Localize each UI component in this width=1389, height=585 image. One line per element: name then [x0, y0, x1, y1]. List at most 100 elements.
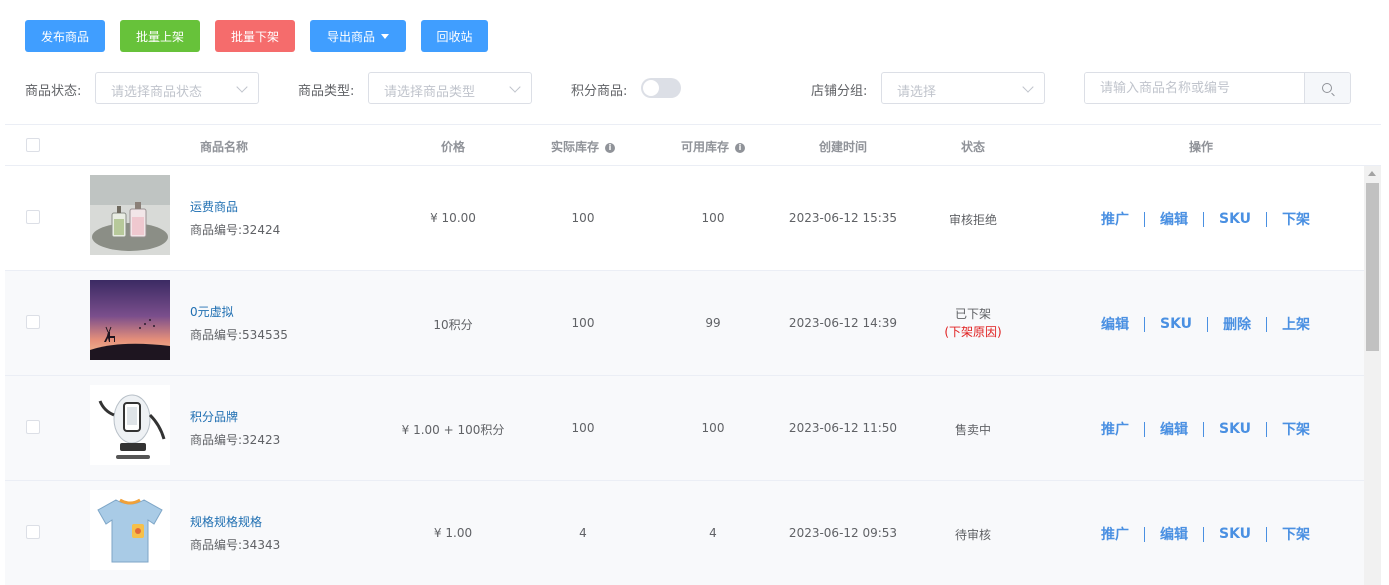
divider	[1203, 421, 1204, 437]
row-checkbox[interactable]	[26, 315, 40, 329]
row-checkbox[interactable]	[26, 420, 40, 434]
sku-link[interactable]: SKU	[1219, 211, 1251, 227]
status-cell: 售卖中	[954, 423, 992, 437]
edit-link[interactable]: 编辑	[1101, 314, 1129, 334]
sku-link[interactable]: SKU	[1219, 421, 1251, 437]
batch-list-button[interactable]: 批量上架	[120, 20, 200, 52]
search-icon	[1322, 83, 1332, 93]
header-created: 创建时间	[818, 140, 868, 154]
product-name-link[interactable]: 规格规格规格	[190, 513, 262, 530]
divider	[1144, 421, 1145, 437]
status-select-placeholder: 请选择商品状态	[111, 85, 203, 100]
actual-stock-cell: 100	[571, 421, 595, 435]
available-stock-cell: 100	[701, 211, 725, 225]
delist-reason-link[interactable]: (下架原因)	[944, 323, 1001, 341]
group-select[interactable]: 请选择	[881, 72, 1045, 104]
search-input[interactable]	[1085, 73, 1304, 103]
recycle-bin-button[interactable]: 回收站	[421, 20, 488, 52]
status-filter-label: 商品状态:	[25, 84, 82, 99]
chevron-down-icon	[509, 81, 521, 93]
actual-stock-cell: 100	[571, 211, 595, 225]
row-actions: 推广 编辑 SKU 下架	[1101, 524, 1310, 544]
delist-link[interactable]: 下架	[1282, 524, 1310, 544]
status-text: 已下架	[954, 307, 991, 321]
product-code: 商品编号:34343	[190, 538, 281, 552]
info-icon[interactable]: i	[605, 142, 616, 153]
header-status: 状态	[960, 140, 986, 154]
status-cell: 审核拒绝	[948, 213, 998, 227]
scroll-up-icon[interactable]	[1368, 171, 1376, 176]
publish-product-button[interactable]: 发布商品	[25, 20, 105, 52]
divider	[1203, 211, 1204, 227]
row-checkbox[interactable]	[26, 525, 40, 539]
promote-link[interactable]: 推广	[1101, 419, 1129, 439]
header-name: 商品名称	[199, 140, 249, 154]
product-table: 商品名称 价格 实际库存 i 可用库存 i 创建时间 状态 操作 运费商品 商品编号…	[5, 124, 1381, 585]
kids-tshirt-photo	[90, 490, 170, 570]
delist-link[interactable]: 下架	[1282, 209, 1310, 229]
price-cell: ¥ 1.00 + 100积分	[401, 423, 505, 437]
divider	[1203, 526, 1204, 542]
created-time-cell: 2023-06-12 14:39	[788, 316, 898, 330]
actual-stock-cell: 100	[571, 316, 595, 330]
header-available-stock: 可用库存 i	[680, 138, 746, 155]
promote-link[interactable]: 推广	[1101, 209, 1129, 229]
group-select-placeholder: 请选择	[897, 85, 937, 100]
select-all-checkbox[interactable]	[26, 138, 40, 152]
created-time-cell: 2023-06-12 15:35	[788, 211, 898, 225]
sunset-deer-photo	[90, 280, 170, 360]
product-image[interactable]	[90, 385, 170, 465]
table-row: 0元虚拟 商品编号:534535 10积分 100 99 2023-06-12 …	[5, 271, 1381, 376]
divider	[1144, 316, 1145, 332]
divider	[1266, 211, 1268, 227]
search-box	[1084, 72, 1351, 104]
product-code: 商品编号:32424	[190, 223, 281, 237]
delist-link[interactable]: 下架	[1282, 419, 1310, 439]
product-name-link[interactable]: 运费商品	[190, 198, 238, 215]
type-filter-label: 商品类型:	[298, 84, 355, 99]
table-scrollbar[interactable]	[1364, 166, 1381, 585]
scrollbar-thumb[interactable]	[1366, 183, 1379, 351]
sku-link[interactable]: SKU	[1219, 526, 1251, 542]
header-available-stock-label: 可用库存	[680, 140, 730, 154]
price-cell: 10积分	[433, 318, 473, 332]
list-link[interactable]: 上架	[1282, 314, 1310, 334]
edit-link[interactable]: 编辑	[1160, 209, 1188, 229]
promote-link[interactable]: 推广	[1101, 524, 1129, 544]
search-button[interactable]	[1304, 73, 1350, 103]
status-cell: 已下架 (下架原因)	[944, 305, 1001, 341]
delete-link[interactable]: 删除	[1223, 314, 1251, 334]
edit-link[interactable]: 编辑	[1160, 419, 1188, 439]
perfume-bottles-photo	[90, 175, 170, 255]
row-checkbox[interactable]	[26, 210, 40, 224]
edit-link[interactable]: 编辑	[1160, 524, 1188, 544]
caret-down-icon	[381, 33, 389, 39]
export-products-button[interactable]: 导出商品	[310, 20, 406, 52]
product-code: 商品编号:534535	[190, 328, 288, 342]
product-name-link[interactable]: 0元虚拟	[190, 303, 234, 320]
header-actual-stock-label: 实际库存	[550, 140, 600, 154]
sku-link[interactable]: SKU	[1160, 316, 1192, 332]
divider	[1266, 421, 1268, 437]
created-time-cell: 2023-06-12 09:53	[788, 526, 898, 540]
batch-delist-button[interactable]: 批量下架	[215, 20, 295, 52]
type-select[interactable]: 请选择商品类型	[368, 72, 532, 104]
table-row: 规格规格规格 商品编号:34343 ¥ 1.00 4 4 2023-06-12 …	[5, 481, 1381, 585]
toggle-knob	[643, 80, 659, 96]
chevron-down-icon	[236, 81, 248, 93]
product-image[interactable]	[90, 175, 170, 255]
info-icon[interactable]: i	[735, 142, 746, 153]
status-select[interactable]: 请选择商品状态	[95, 72, 259, 104]
product-name-link[interactable]: 积分品牌	[190, 408, 238, 425]
points-toggle[interactable]	[641, 78, 681, 98]
price-cell: ¥ 1.00	[433, 526, 473, 540]
row-actions: 编辑 SKU 删除 上架	[1101, 314, 1310, 334]
robot-illustration	[90, 385, 170, 465]
group-filter-label: 店铺分组:	[811, 84, 868, 99]
chevron-down-icon	[1022, 81, 1034, 93]
row-actions: 推广 编辑 SKU 下架	[1101, 419, 1310, 439]
product-image[interactable]	[90, 280, 170, 360]
price-cell: ¥ 10.00	[430, 211, 476, 225]
table-row: 运费商品 商品编号:32424 ¥ 10.00 100 100 2023-06-…	[5, 166, 1381, 271]
product-image[interactable]	[90, 490, 170, 570]
